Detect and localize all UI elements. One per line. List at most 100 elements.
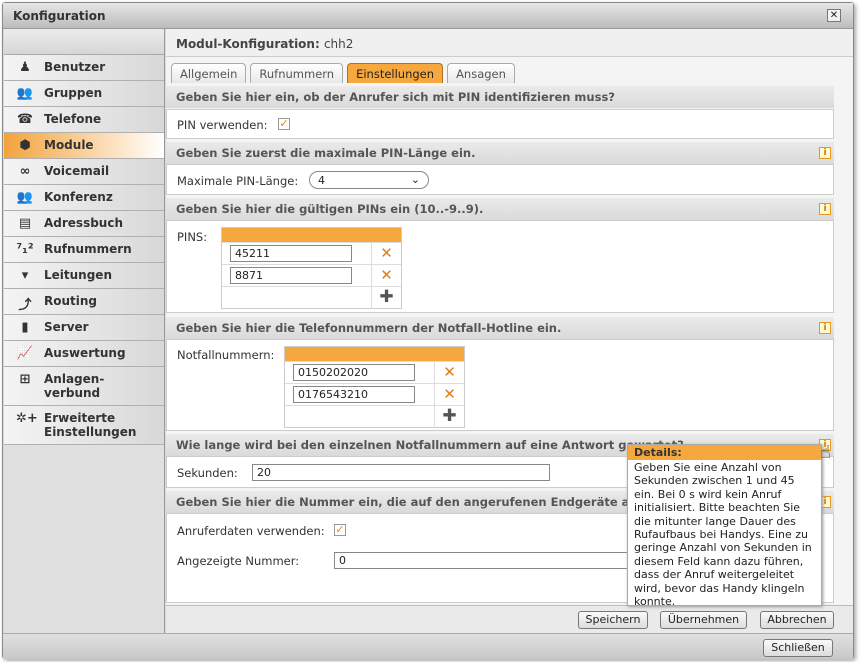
sidebar-item-telefone[interactable]: ☎ Telefone [4,107,164,133]
callerdata-label: Anruferdaten verwenden: [177,524,325,538]
delete-icon[interactable]: ✕ [434,362,464,384]
chevron-down-icon: ⌄ [410,173,420,186]
info-icon[interactable]: i [819,203,831,215]
table-row: 0176543210 ✕ [285,383,464,406]
hotline-input[interactable]: 0150202020 [293,364,415,381]
table-header [285,347,464,361]
section-pin-heading: Geben Sie hier ein, ob der Anrufer sich … [166,86,834,108]
tooltip-text: Geben Sie eine Anzahl von Sekunden zwisc… [634,461,812,609]
sidebar-item-label: Auswertung [44,346,126,360]
sidebar-header [4,29,164,55]
table-row: 45211 ✕ [222,242,401,265]
title-bar: Konfiguration ✕ [3,3,853,29]
sidebar-item-routing[interactable]: ⤴ Routing [4,289,164,315]
sidebar: ♟ Benutzer 👥 Gruppen ☎ Telefone ⬢ Module ∞ Voicem… [4,29,165,633]
voicemail-icon: ∞ [19,164,31,179]
table-row: ✚ [222,286,401,309]
pin-input[interactable]: 8871 [230,267,352,284]
phone-icon: ☎ [16,112,34,127]
info-icon[interactable]: i [819,322,831,334]
callerdata-checkbox[interactable]: ✓ [334,524,346,536]
section-hotline-heading: Geben Sie hier die Telefonnummern der No… [166,317,834,339]
seconds-input[interactable]: 20 [252,464,550,481]
pin-checkbox[interactable]: ✓ [278,118,290,130]
sidebar-item-auswertung[interactable]: 📈 Auswertung [4,341,164,367]
chart-icon: 📈 [16,346,34,361]
close-icon[interactable]: ✕ [827,9,841,22]
sidebar-item-label: Gruppen [44,86,103,100]
pins-label: PINS: [177,230,208,244]
routing-icon: ⤴ [18,298,32,313]
delete-icon[interactable]: ✕ [371,243,401,265]
sidebar-item-benutzer[interactable]: ♟ Benutzer [4,55,164,81]
table-header [222,228,401,242]
network-icon: ⊞ [19,372,31,387]
pinlen-select[interactable]: 4 ⌄ [309,171,429,189]
sidebar-item-label: Server [44,320,89,334]
sidebar-item-label: Telefone [44,112,102,126]
sidebar-item-label: Rufnummern [44,242,132,256]
hand-cursor-icon: ☝ [820,442,831,463]
sidebar-item-server[interactable]: ▮ Server [4,315,164,341]
info-icon[interactable]: i [819,147,831,159]
server-icon: ▮ [21,320,29,335]
user-icon: ♟ [19,60,31,75]
sidebar-item-gruppen[interactable]: 👥 Gruppen [4,81,164,107]
shown-number-input[interactable]: 0 [334,552,634,569]
pin-input[interactable]: 45211 [230,245,352,262]
section-pin-body: PIN verwenden: ✓ [166,109,834,139]
tab-allgemein[interactable]: Allgemein [171,63,247,83]
sidebar-item-erweiterteeinstellungen[interactable]: ✲+ Erweiterte Einstellungen [4,406,164,445]
section-pins-heading: Geben Sie hier die gültigen PINs ein (10… [166,198,834,220]
table-row: ✚ [285,405,464,428]
section-pinlen-body: Maximale PIN-Länge: 4 ⌄ [166,164,834,195]
pinlen-label: Maximale PIN-Länge: [177,174,299,188]
cancel-button[interactable]: Abbrechen [760,611,834,629]
close-button[interactable]: Schließen [763,639,833,657]
sidebar-item-label: Erweiterte Einstellungen [44,411,137,439]
add-icon[interactable]: ✚ [434,406,464,428]
title-value: chh2 [323,37,354,51]
sidebar-item-label: Module [44,138,94,152]
section-hotline-body: Notfallnummern: 0150202020 ✕ 0176543210 ✕ … [166,339,834,431]
sidebar-item-konferenz[interactable]: 👥 Konferenz [4,185,164,211]
module-header: Modul-Konfiguration: chh2 [166,29,853,57]
save-button[interactable]: Speichern [578,611,648,629]
tab-einstellungen[interactable]: Einstellungen [347,63,444,83]
apply-button[interactable]: Übernehmen [660,611,747,629]
window-footer: Schließen [3,633,853,659]
pin-label: PIN verwenden: [177,118,268,132]
sidebar-item-adressbuch[interactable]: ▤ Adressbuch [4,211,164,237]
section-pins-body: PINS: 45211 ✕ 8871 ✕ ✚ [166,220,834,313]
group-icon: 👥 [16,86,34,101]
tab-bar: Allgemein Rufnummern Einstellungen Ansag… [171,63,519,85]
conference-icon: 👥 [16,190,34,205]
sidebar-item-voicemail[interactable]: ∞ Voicemail [4,159,164,185]
tab-ansagen[interactable]: Ansagen [447,63,515,83]
window-title: Konfiguration [13,9,106,23]
hotline-label: Notfallnummern: [177,348,275,362]
page-title: Modul-Konfiguration: chh2 [176,37,353,51]
sidebar-item-label: Routing [44,294,98,308]
lines-icon: ▾ [21,268,29,283]
section-pinlen-heading: Geben Sie zuerst die maximale PIN-Länge … [166,142,834,164]
pinlen-value: 4 [318,174,325,187]
hotline-table: 0150202020 ✕ 0176543210 ✕ ✚ [284,346,465,428]
sidebar-item-module[interactable]: ⬢ Module [4,133,164,159]
sidebar-item-label: Adressbuch [44,216,124,230]
delete-icon[interactable]: ✕ [371,265,401,287]
sidebar-item-label: Benutzer [44,60,106,74]
pins-table: 45211 ✕ 8871 ✕ ✚ [221,227,402,309]
addressbook-icon: ▤ [18,216,32,231]
sidebar-item-anlagenverbund[interactable]: ⊞ Anlagen- verbund [4,367,164,406]
tab-rufnummern[interactable]: Rufnummern [250,63,344,83]
delete-icon[interactable]: ✕ [434,384,464,406]
sidebar-item-leitungen[interactable]: ▾ Leitungen [4,263,164,289]
hotline-input[interactable]: 0176543210 [293,386,415,403]
seconds-label: Sekunden: [177,466,238,480]
sidebar-item-label: Leitungen [44,268,112,282]
add-icon[interactable]: ✚ [371,287,401,309]
table-row: 8871 ✕ [222,264,401,287]
sidebar-item-rufnummern[interactable]: ⁷₁² Rufnummern [4,237,164,263]
module-icon: ⬢ [19,138,31,153]
